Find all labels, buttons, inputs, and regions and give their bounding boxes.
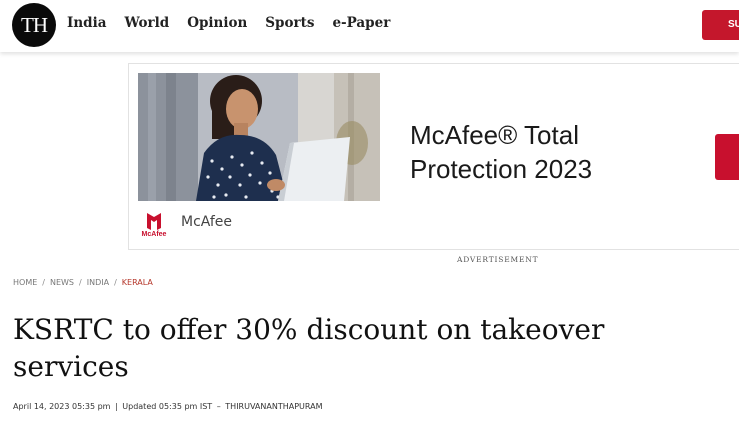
main-nav: India World Opinion Sports e-Paper (67, 13, 408, 33)
nav-item-sports[interactable]: Sports (265, 13, 314, 33)
brand-logo-text: McAfee (141, 231, 167, 238)
article-meta: April 14, 2023 05:35 pm | Updated 05:35 … (13, 402, 323, 411)
breadcrumb-india[interactable]: INDIA (87, 278, 109, 287)
subscribe-button[interactable]: SU (702, 10, 739, 40)
site-logo[interactable]: TH (12, 3, 56, 47)
nav-item-opinion[interactable]: Opinion (187, 13, 247, 33)
advertisement-banner[interactable]: McAfee® Total Protection 2023 McAfee McA… (128, 63, 739, 250)
publish-date: April 14, 2023 05:35 pm (13, 402, 111, 411)
breadcrumb-separator: / (79, 278, 82, 287)
breadcrumb-kerala[interactable]: KERALA (122, 278, 153, 287)
breadcrumb-news[interactable]: NEWS (50, 278, 74, 287)
breadcrumb-separator: / (42, 278, 45, 287)
advertisement-label: ADVERTISEMENT (457, 255, 539, 264)
ad-image[interactable] (138, 73, 380, 201)
nav-item-india[interactable]: India (67, 13, 106, 33)
ad-headline-line-1: McAfee® Total (410, 120, 579, 150)
article-title: KSRTC to offer 30% discount on takeover … (13, 313, 605, 383)
breadcrumb-home[interactable]: HOME (13, 278, 37, 287)
breadcrumb-separator: / (114, 278, 117, 287)
nav-item-world[interactable]: World (124, 13, 169, 33)
dateline-location: THIRUVANANTHAPURAM (225, 402, 323, 411)
ad-brand-name[interactable]: McAfee (181, 214, 232, 230)
site-header: TH India World Opinion Sports e-Paper SU (0, 0, 739, 52)
mcafee-logo-icon: McAfee (137, 211, 171, 241)
updated-time: Updated 05:35 pm IST (122, 402, 213, 411)
breadcrumb: HOME / NEWS / INDIA / KERALA (13, 278, 153, 287)
ad-cta-button[interactable] (715, 134, 739, 180)
nav-item-epaper[interactable]: e-Paper (332, 13, 390, 33)
ad-headline-line-2: Protection 2023 (410, 154, 593, 184)
ad-headline[interactable]: McAfee® Total Protection 2023 (410, 118, 670, 186)
